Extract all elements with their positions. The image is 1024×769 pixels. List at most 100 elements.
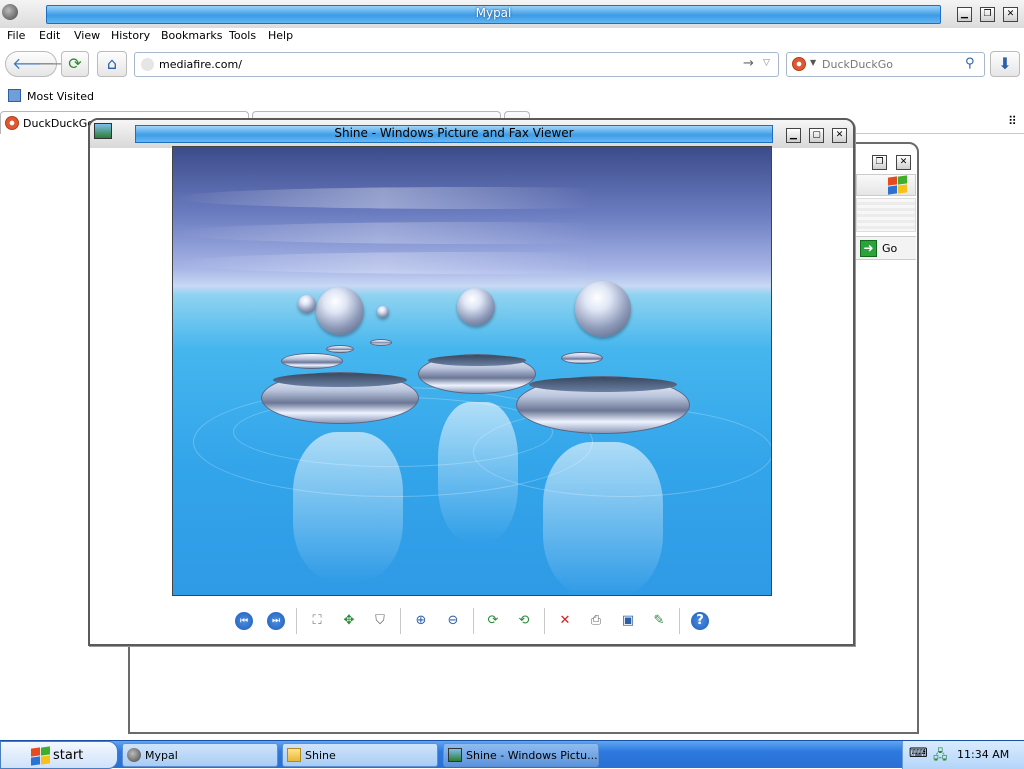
displayed-image	[172, 146, 772, 596]
search-bar[interactable]: ▼ DuckDuckGo ⚲	[786, 52, 985, 77]
delete-icon[interactable]: ✕	[556, 612, 574, 630]
taskbar-item-mypal[interactable]: Mypal	[122, 743, 278, 767]
windows-logo-icon	[31, 746, 51, 766]
toolbar-separator	[400, 608, 401, 634]
task-label: Shine	[305, 749, 336, 762]
task-label: Mypal	[145, 749, 178, 762]
menu-history[interactable]: History	[111, 29, 150, 42]
menu-bookmarks[interactable]: Bookmarks	[161, 29, 222, 42]
site-favicon-icon	[141, 58, 154, 71]
duckduckgo-icon[interactable]	[792, 57, 806, 71]
water-reflection	[438, 402, 518, 542]
start-label: start	[53, 748, 84, 763]
folder-close-button[interactable]: ✕	[896, 155, 911, 170]
mypal-icon	[127, 748, 141, 762]
start-button[interactable]: start	[0, 741, 118, 769]
slideshow-icon[interactable]: ⛉	[371, 612, 389, 630]
edit-icon[interactable]: ✎	[650, 612, 668, 630]
close-button[interactable]: ✕	[1003, 7, 1018, 22]
chrome-disc	[281, 353, 343, 369]
reload-button[interactable]: ⟳	[61, 51, 89, 77]
folder-restore-button[interactable]: ❐	[872, 155, 887, 170]
best-fit-icon[interactable]: ⛶	[308, 612, 326, 630]
search-icon[interactable]: ⚲	[965, 56, 975, 71]
menu-view[interactable]: View	[74, 29, 100, 42]
network-icon[interactable]: 🖧	[933, 746, 948, 768]
zoom-out-icon[interactable]: ⊖	[444, 612, 462, 630]
chrome-ring-top	[529, 377, 677, 392]
go-arrow-icon: ➜	[860, 240, 877, 257]
go-button[interactable]: ➜ Go	[856, 236, 916, 260]
menu-file[interactable]: File	[7, 29, 25, 42]
picture-viewer-icon[interactable]	[94, 123, 112, 139]
toolbar-separator	[473, 608, 474, 634]
viewer-maximize-button[interactable]: ▢	[809, 128, 824, 143]
viewer-toolbar: ⏮ ⏭ ⛶ ✥ ⛉ ⊕ ⊖ ⟳ ⟲ ✕ ⎙ ▣ ✎ ?	[230, 606, 710, 636]
zoom-in-icon[interactable]: ⊕	[412, 612, 430, 630]
picture-viewer-window[interactable]: Shine - Windows Picture and Fax Viewer ▁…	[88, 118, 855, 646]
toolbar-separator	[679, 608, 680, 634]
mypal-app-icon[interactable]	[2, 4, 18, 20]
menu-bar: File Edit View History Bookmarks Tools H…	[0, 28, 1024, 46]
chrome-sphere	[457, 288, 495, 326]
rotate-clockwise-icon[interactable]: ⟳	[484, 612, 502, 630]
search-input[interactable]: DuckDuckGo	[822, 58, 893, 71]
toolbar-separator	[544, 608, 545, 634]
help-icon[interactable]: ?	[691, 612, 709, 630]
home-button[interactable]: ⌂	[97, 51, 127, 77]
reload-icon: ⟳	[68, 54, 82, 73]
go-arrow-icon[interactable]: →	[743, 56, 754, 71]
system-tray: ⌨ 🖧 11:34 AM	[902, 741, 1024, 769]
bookmarks-toolbar: Most Visited	[0, 86, 1024, 108]
print-icon[interactable]: ⎙	[587, 612, 605, 630]
toolbar-separator	[296, 608, 297, 634]
keyboard-icon[interactable]: ⌨	[909, 746, 928, 761]
address-bar[interactable]: mediafire.com/ → ▽	[134, 52, 779, 77]
viewer-title: Shine - Windows Picture and Fax Viewer	[334, 126, 574, 140]
water-reflection	[293, 432, 403, 582]
home-icon: ⌂	[106, 54, 118, 73]
chrome-sphere	[575, 281, 631, 337]
dropdown-icon[interactable]: ▽	[763, 58, 770, 68]
taskbar: start Mypal Shine Shine - Windows Pictu.…	[0, 740, 1024, 769]
menu-edit[interactable]: Edit	[39, 29, 60, 42]
viewer-close-button[interactable]: ✕	[832, 128, 847, 143]
taskbar-item-picture-viewer[interactable]: Shine - Windows Pictu...	[443, 743, 599, 767]
browser-titlebar[interactable]: Mypal ▁ ❐ ✕	[0, 0, 1024, 28]
search-engine-dropdown-icon[interactable]: ▼	[810, 58, 816, 67]
previous-image-icon[interactable]: ⏮	[235, 612, 253, 630]
most-visited-bookmark[interactable]: Most Visited	[27, 90, 94, 103]
chrome-ring-top	[273, 373, 407, 387]
download-arrow-icon: ⬇	[998, 54, 1012, 73]
downloads-button[interactable]: ⬇	[990, 51, 1020, 77]
actual-size-icon[interactable]: ✥	[340, 612, 358, 630]
chrome-ring-top	[428, 355, 526, 366]
chrome-sphere	[316, 287, 364, 335]
water-reflection	[543, 442, 663, 595]
save-icon[interactable]: ▣	[619, 612, 637, 630]
taskbar-item-shine-folder[interactable]: Shine	[282, 743, 438, 767]
windows-logo-icon	[888, 175, 908, 195]
viewer-minimize-button[interactable]: ▁	[786, 128, 801, 143]
chrome-disc	[326, 345, 354, 353]
next-image-icon[interactable]: ⏭	[267, 612, 285, 630]
most-visited-icon	[8, 89, 21, 102]
clock[interactable]: 11:34 AM	[957, 748, 1009, 761]
url-text[interactable]: mediafire.com/	[159, 58, 242, 71]
chrome-disc	[561, 352, 603, 364]
navigation-toolbar: 🡐 🡒 ⟳ ⌂ mediafire.com/ → ▽ ▼ DuckDuckGo …	[0, 48, 1024, 82]
chrome-disc	[370, 339, 392, 346]
chrome-sphere	[298, 295, 316, 313]
back-forward-buttons[interactable]: 🡐 🡒	[5, 51, 81, 77]
restore-button[interactable]: ❐	[980, 7, 995, 22]
chrome-sphere	[377, 306, 389, 318]
menu-tools[interactable]: Tools	[229, 29, 256, 42]
menu-help[interactable]: Help	[268, 29, 293, 42]
minimize-button[interactable]: ▁	[957, 7, 972, 22]
sky-cloud	[173, 187, 771, 209]
task-label: Shine - Windows Pictu...	[466, 749, 598, 762]
rotate-counterclockwise-icon[interactable]: ⟲	[515, 612, 533, 630]
viewer-titlebar[interactable]: Shine - Windows Picture and Fax Viewer ▁…	[90, 120, 853, 148]
folder-icon	[287, 748, 301, 762]
tab-list-icon[interactable]: ⠿	[1008, 114, 1017, 128]
